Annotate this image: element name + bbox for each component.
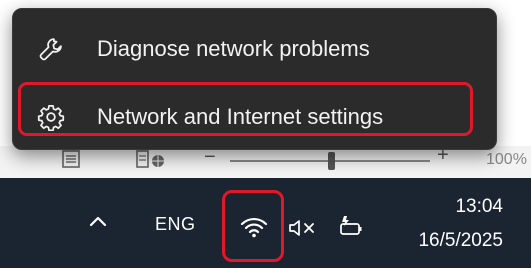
language-indicator[interactable]: ENG	[155, 214, 196, 235]
volume-muted-icon[interactable]	[288, 218, 318, 243]
clock-date[interactable]: 16/5/2025	[418, 230, 503, 252]
page-view-icon[interactable]	[62, 150, 80, 168]
chevron-up-icon[interactable]	[88, 214, 108, 233]
menu-item-label: Diagnose network problems	[97, 36, 370, 61]
clock-time[interactable]: 13:04	[455, 196, 503, 218]
highlight-box-settings	[18, 82, 473, 136]
web-layout-icon[interactable]	[136, 150, 168, 168]
zoom-slider-thumb[interactable]	[328, 152, 335, 170]
taskbar: ENG 13:04 16/5/2025	[0, 178, 531, 268]
menu-item-diagnose-network[interactable]: Diagnose network problems	[13, 29, 496, 69]
zoom-level[interactable]: 100%	[486, 151, 527, 169]
wrench-icon	[37, 35, 65, 63]
battery-charging-icon[interactable]	[338, 214, 364, 243]
wifi-icon[interactable]	[240, 216, 268, 243]
